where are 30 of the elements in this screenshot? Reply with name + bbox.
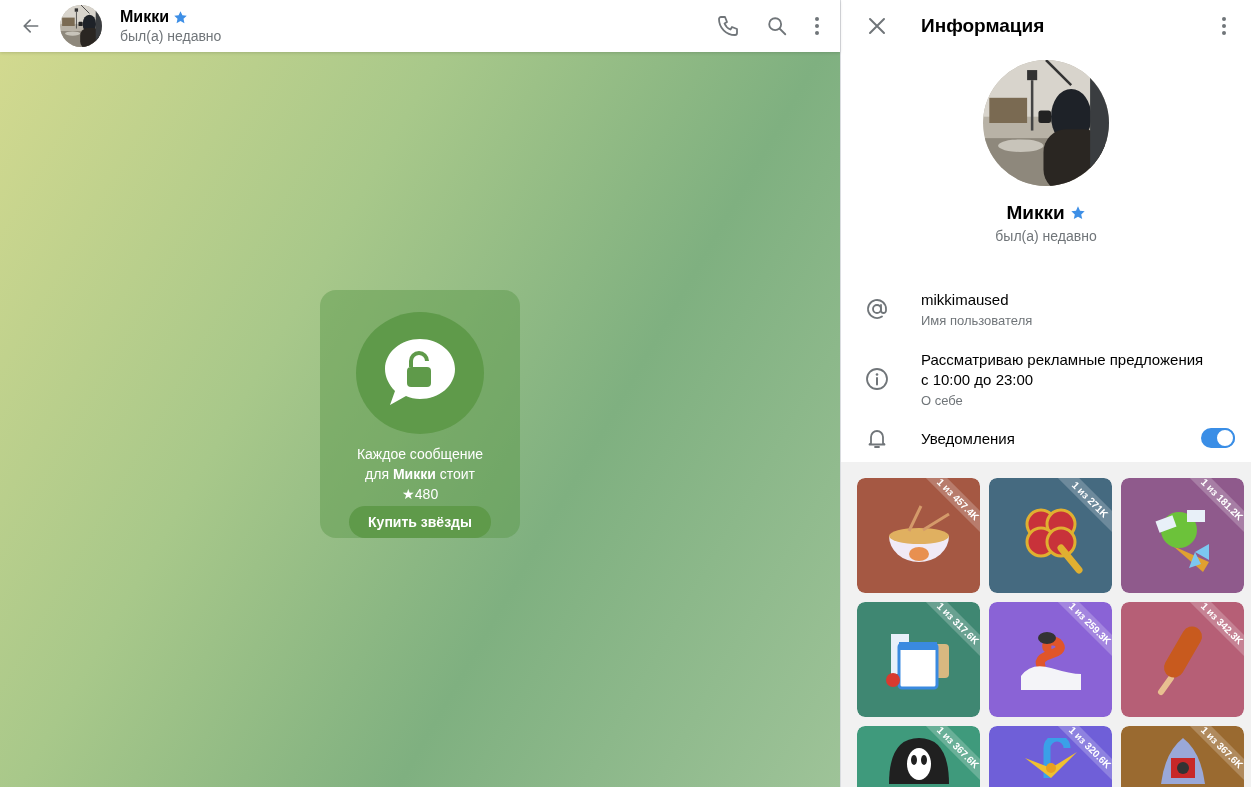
field-label: О себе	[921, 393, 964, 408]
gift-tile[interactable]	[989, 602, 1112, 717]
profile-name: Микки	[1006, 202, 1065, 224]
buy-stars-button[interactable]: Купить звёзды	[349, 505, 491, 538]
contact-status: был(а) недавно	[120, 27, 223, 45]
gift-tile[interactable]	[857, 478, 980, 593]
bio-text: Рассматриваю рекламные предложения с 10:00 до 23:00	[921, 350, 1205, 390]
info-icon	[865, 367, 889, 391]
candy-cane-drawing	[1024, 738, 1077, 778]
notifications-label: Уведомления	[921, 429, 1016, 447]
username-text: mikkimaused	[921, 290, 1010, 310]
phone-icon[interactable]	[716, 14, 740, 38]
gift-tile[interactable]	[857, 602, 980, 717]
premium-star-icon	[1069, 205, 1086, 221]
gift-tile[interactable]	[1121, 602, 1244, 717]
at-sign-icon	[865, 297, 889, 321]
premium-star-icon	[173, 9, 188, 25]
panel-title: Информация	[921, 15, 1046, 37]
gift-tile[interactable]	[1121, 478, 1244, 593]
more-icon[interactable]	[1221, 16, 1227, 36]
more-icon[interactable]	[814, 16, 820, 36]
close-icon[interactable]	[868, 17, 886, 35]
notifications-toggle[interactable]	[1201, 428, 1235, 448]
search-icon[interactable]	[766, 15, 788, 37]
field-label: Имя пользователя	[921, 313, 1034, 328]
gift-tile[interactable]	[989, 478, 1112, 593]
profile-status: был(а) недавно	[994, 228, 1098, 244]
paid-message-notice: Каждое сообщение для Микки стоит ★480	[355, 444, 485, 504]
contact-name: Микки	[120, 7, 169, 27]
back-arrow-icon[interactable]	[21, 16, 41, 36]
